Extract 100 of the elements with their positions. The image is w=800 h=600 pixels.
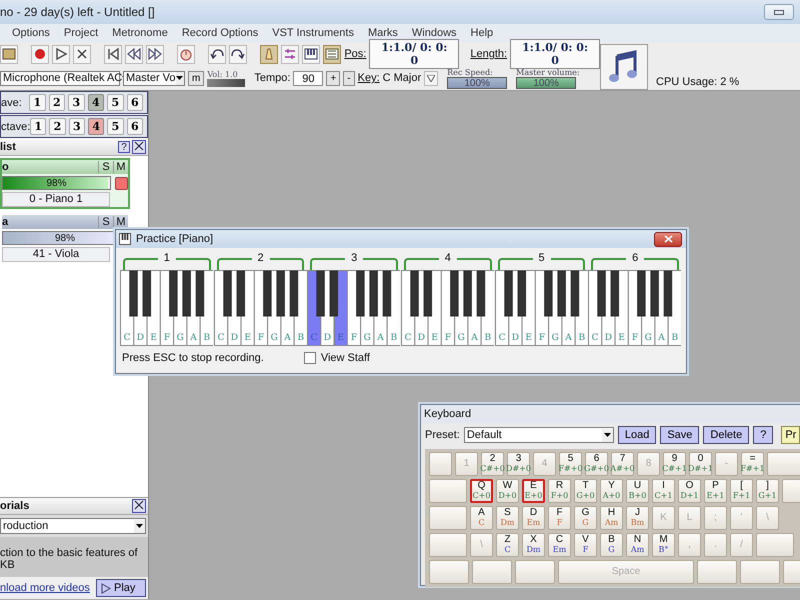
play-button[interactable] bbox=[52, 44, 70, 64]
redo-button[interactable] bbox=[229, 44, 248, 64]
minimize-button[interactable] bbox=[764, 4, 794, 20]
octave-button[interactable]: 2 bbox=[48, 94, 66, 111]
piano-octave-drawing[interactable]: C D E F G A B bbox=[401, 270, 494, 346]
piano-octave-drawing[interactable]: C D E F G A B bbox=[494, 270, 588, 346]
master-volume-meter[interactable]: 100% bbox=[516, 76, 576, 88]
play-button[interactable]: Play bbox=[96, 579, 146, 597]
practice-button[interactable]: Pr bbox=[781, 426, 800, 444]
keyboard-key[interactable]: B G bbox=[600, 533, 623, 557]
keyboard-key[interactable]: D Em bbox=[522, 506, 545, 530]
piano-octave-drawing[interactable]: C D E F G A B bbox=[307, 270, 400, 346]
metronome-button[interactable] bbox=[260, 44, 278, 64]
close-icon[interactable] bbox=[132, 499, 146, 513]
keyboard-key[interactable]: Q C+0 bbox=[470, 479, 493, 503]
keyboard-key[interactable]: T G+0 bbox=[574, 479, 597, 503]
piano-octave-drawing[interactable]: C D E F G A B bbox=[120, 270, 213, 346]
octave-button[interactable]: 1 bbox=[29, 94, 46, 111]
keyboard-key[interactable]: 7 A#+0 bbox=[611, 452, 634, 476]
tempo-field[interactable]: 90 bbox=[293, 70, 324, 86]
stop-button[interactable] bbox=[73, 44, 92, 64]
octave-button[interactable]: 4 bbox=[88, 94, 104, 111]
keyboard-key[interactable]: I C+1 bbox=[652, 479, 675, 503]
keyboard-key[interactable]: E E+0 bbox=[522, 479, 545, 503]
octave-button[interactable]: 4 bbox=[88, 118, 104, 135]
preset-button[interactable]: Save bbox=[660, 426, 700, 444]
keyboard-key[interactable]: R F+0 bbox=[548, 479, 571, 503]
mute-button[interactable]: m bbox=[188, 70, 204, 86]
menu-item[interactable]: Metronome bbox=[112, 27, 168, 39]
octave-button[interactable]: 5 bbox=[107, 94, 124, 111]
record-button[interactable] bbox=[31, 44, 50, 64]
keyboard-key[interactable]: J Bm bbox=[626, 506, 649, 530]
menu-item[interactable]: VST Instruments bbox=[272, 27, 354, 39]
volume-slider[interactable] bbox=[207, 78, 246, 86]
octave-button[interactable]: 5 bbox=[107, 118, 124, 135]
keyboard-key[interactable]: U B+0 bbox=[626, 479, 649, 503]
keyboard-key[interactable]: 6 G#+0 bbox=[585, 452, 608, 476]
keyboard-key[interactable]: S Dm bbox=[496, 506, 519, 530]
menu-item[interactable]: Record Options bbox=[182, 27, 258, 39]
key-dropdown-button[interactable] bbox=[424, 70, 438, 86]
octave-button[interactable]: 3 bbox=[68, 118, 85, 135]
keyboard-key[interactable]: X Dm bbox=[522, 533, 545, 557]
keyboard-key[interactable]: A C bbox=[470, 506, 493, 530]
keyboard-key[interactable]: Z C bbox=[496, 533, 519, 557]
keyboard-key[interactable]: N Am bbox=[626, 533, 649, 557]
instrument-name[interactable]: 0 - Piano 1 bbox=[2, 192, 110, 207]
keyboard-key[interactable]: ] G+1 bbox=[756, 479, 779, 503]
mute-button[interactable]: M bbox=[113, 161, 128, 173]
octave-button[interactable]: 1 bbox=[30, 118, 46, 135]
start-button[interactable] bbox=[104, 44, 122, 64]
keyboard-key[interactable]: M B° bbox=[652, 533, 675, 557]
keyboard-key[interactable]: F F bbox=[548, 506, 571, 530]
track-card[interactable]: o S M 98% 0 - Piano 1 bbox=[0, 158, 130, 209]
track-volume-bar[interactable]: 98% bbox=[2, 176, 111, 190]
mixer-button[interactable] bbox=[281, 44, 300, 64]
piano-button[interactable] bbox=[302, 44, 320, 64]
track-card[interactable]: a S M 98% 41 - Viola bbox=[0, 213, 130, 264]
tutorial-dropdown[interactable]: roduction bbox=[0, 518, 146, 534]
keyboard-key[interactable]: O D+1 bbox=[678, 479, 701, 503]
forward-button[interactable] bbox=[146, 44, 164, 64]
keyboard-key[interactable]: C Em bbox=[548, 533, 571, 557]
octave-button[interactable]: 6 bbox=[126, 94, 144, 111]
keyboard-key[interactable]: 9 C#+1 bbox=[663, 452, 686, 476]
octave-button[interactable]: 2 bbox=[49, 118, 66, 135]
preset-dropdown[interactable]: Default bbox=[464, 427, 614, 443]
output-dropdown[interactable]: Master Vo bbox=[123, 70, 185, 86]
menu-item[interactable]: Project bbox=[64, 27, 98, 39]
preset-button[interactable]: ? bbox=[753, 426, 774, 444]
keyboard-key[interactable]: Y A+0 bbox=[600, 479, 623, 503]
keyboard-key[interactable]: 0 D#+1 bbox=[689, 452, 712, 476]
octave-button[interactable]: 6 bbox=[126, 118, 143, 135]
instrument-name[interactable]: 41 - Viola bbox=[2, 247, 110, 262]
menu-item[interactable]: Marks bbox=[368, 27, 398, 39]
keyboard-key[interactable]: G G bbox=[574, 506, 597, 530]
save-button[interactable] bbox=[0, 44, 18, 64]
download-videos-link[interactable]: nload more videos bbox=[0, 582, 96, 594]
undo-button[interactable] bbox=[208, 44, 226, 64]
menu-item[interactable]: Options bbox=[12, 27, 50, 39]
keyboard-key[interactable]: P E+1 bbox=[704, 479, 727, 503]
tempo-decrease-button[interactable]: - bbox=[343, 70, 355, 86]
piano-octave-drawing[interactable]: C D E F G A B bbox=[214, 270, 307, 346]
close-icon[interactable] bbox=[132, 140, 146, 154]
rec-speed-meter[interactable]: 100% bbox=[447, 76, 508, 88]
music-note-button[interactable] bbox=[600, 44, 648, 90]
keyboard-key[interactable]: V F bbox=[574, 533, 597, 557]
piano-octave-drawing[interactable]: C D E F G A B bbox=[588, 270, 682, 346]
staff-button[interactable] bbox=[323, 44, 342, 64]
tempo-increase-button[interactable]: + bbox=[326, 70, 340, 86]
solo-button[interactable]: S bbox=[98, 161, 113, 173]
keyboard-key[interactable]: 3 D#+0 bbox=[507, 452, 530, 476]
keyboard-key[interactable]: = F#+1 bbox=[741, 452, 764, 476]
menu-item[interactable]: Windows bbox=[412, 27, 457, 39]
octave-button[interactable]: 3 bbox=[68, 94, 85, 111]
keyboard-key[interactable]: 2 C#+0 bbox=[481, 452, 504, 476]
menu-item[interactable]: Help bbox=[470, 27, 494, 39]
keyboard-key[interactable]: [ F+1 bbox=[730, 479, 753, 503]
rewind-button[interactable] bbox=[125, 44, 144, 64]
keyboard-key[interactable]: W D+0 bbox=[496, 479, 519, 503]
close-button[interactable] bbox=[654, 232, 682, 246]
preset-button[interactable]: Load bbox=[618, 426, 656, 444]
